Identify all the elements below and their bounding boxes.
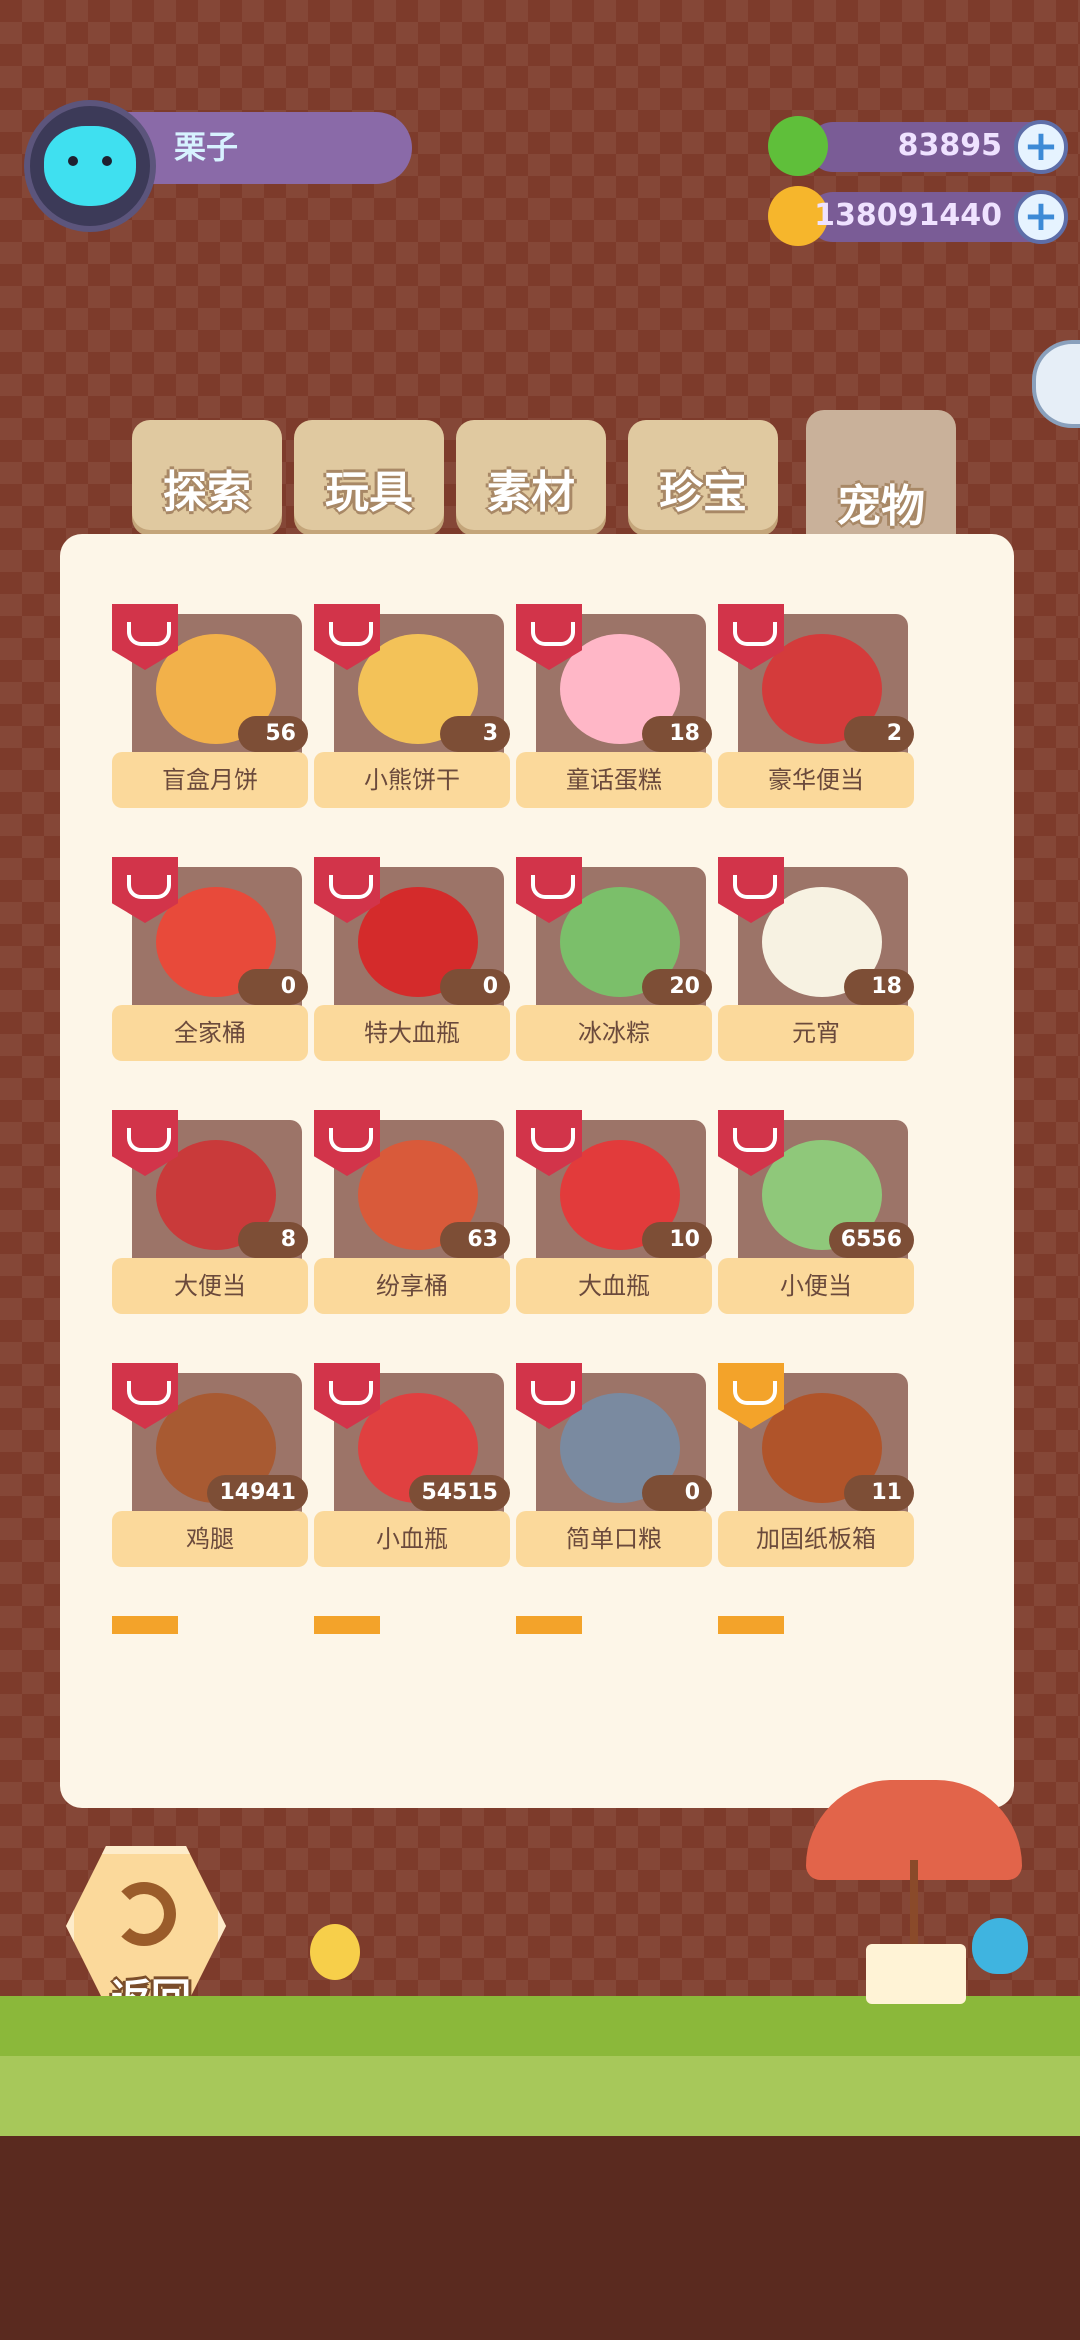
- inventory-item-partial[interactable]: [112, 1616, 312, 1634]
- item-label: 元宵: [718, 1005, 914, 1061]
- item-label: 简单口粮: [516, 1511, 712, 1567]
- item-count: 0: [642, 1475, 712, 1511]
- item-count: 6556: [828, 1222, 914, 1258]
- green-gem-icon: [768, 116, 828, 176]
- gem-count: 83895: [897, 128, 1002, 163]
- player-name: 栗子: [174, 128, 239, 166]
- inventory-item[interactable]: 0 全家桶: [112, 857, 312, 1067]
- item-grid[interactable]: 56 盲盒月饼 3 小熊饼干 18 童话蛋糕 2 豪华便当 0 全家桶 0 特大血瓶 20 冰冰粽 18 元宵…: [60, 534, 1014, 1634]
- back-button[interactable]: 返回: [66, 1846, 226, 2022]
- chick-icon: [310, 1924, 360, 1980]
- item-label: 大便当: [112, 1258, 308, 1314]
- soil-ground: [0, 2136, 1080, 2340]
- inventory-item[interactable]: 0 特大血瓶: [314, 857, 514, 1067]
- eye-icon: [68, 156, 78, 166]
- tab-label: 探索: [163, 467, 251, 518]
- item-label: 鸡腿: [112, 1511, 308, 1567]
- inventory-item[interactable]: 20 冰冰粽: [516, 857, 716, 1067]
- item-count: 18: [642, 716, 712, 752]
- inventory-item[interactable]: 0 简单口粮: [516, 1363, 716, 1573]
- grass-strip-light: [0, 2056, 1080, 2136]
- tab-label: 宠物: [837, 481, 925, 532]
- item-label: 童话蛋糕: [516, 752, 712, 808]
- inventory-item-partial[interactable]: [718, 1616, 918, 1634]
- tool-tag-icon: [314, 1616, 380, 1634]
- item-count: 63: [440, 1222, 510, 1258]
- tab-explore[interactable]: 探索: [132, 420, 282, 530]
- item-label: 纷享桶: [314, 1258, 510, 1314]
- inventory-item-partial[interactable]: [314, 1616, 514, 1634]
- cat-face-icon: [44, 126, 136, 206]
- inventory-item[interactable]: 11 加固纸板箱: [718, 1363, 918, 1573]
- sleeping-blob-icon: [972, 1918, 1028, 1974]
- item-count: 8: [238, 1222, 308, 1258]
- inventory-item[interactable]: 18 元宵: [718, 857, 918, 1067]
- inventory-item[interactable]: 3 小熊饼干: [314, 604, 514, 814]
- name-bar: [114, 112, 412, 184]
- inventory-item[interactable]: 63 纷享桶: [314, 1110, 514, 1320]
- coin-count: 138091440: [814, 198, 1002, 233]
- inventory-item[interactable]: 56 盲盒月饼: [112, 604, 312, 814]
- item-label: 大血瓶: [516, 1258, 712, 1314]
- item-count: 3: [440, 716, 510, 752]
- currency-gem: 83895 +: [768, 116, 1068, 176]
- inventory-item[interactable]: 10 大血瓶: [516, 1110, 716, 1320]
- item-count: 14941: [207, 1475, 308, 1511]
- grass-strip: [0, 1996, 1080, 2056]
- eye-icon: [102, 156, 112, 166]
- inventory-panel: 56 盲盒月饼 3 小熊饼干 18 童话蛋糕 2 豪华便当 0 全家桶 0 特大血瓶 20 冰冰粽 18 元宵…: [60, 534, 1014, 1808]
- item-count: 20: [642, 969, 712, 1005]
- tab-materials[interactable]: 素材: [456, 420, 606, 530]
- item-label: 小便当: [718, 1258, 914, 1314]
- tool-tag-icon: [718, 1616, 784, 1634]
- return-arrow-icon: [112, 1882, 176, 1946]
- inventory-item[interactable]: 14941 鸡腿: [112, 1363, 312, 1573]
- item-count: 11: [844, 1475, 914, 1511]
- item-label: 全家桶: [112, 1005, 308, 1061]
- item-label: 加固纸板箱: [718, 1511, 914, 1567]
- inventory-item[interactable]: 2 豪华便当: [718, 604, 918, 814]
- item-count: 18: [844, 969, 914, 1005]
- avatar[interactable]: [24, 100, 156, 232]
- item-label: 豪华便当: [718, 752, 914, 808]
- tool-tag-icon: [112, 1616, 178, 1634]
- inventory-item[interactable]: 54515 小血瓶: [314, 1363, 514, 1573]
- item-count: 2: [844, 716, 914, 752]
- item-label: 特大血瓶: [314, 1005, 510, 1061]
- add-gem-button[interactable]: +: [1014, 120, 1068, 174]
- inventory-item[interactable]: 8 大便当: [112, 1110, 312, 1320]
- add-coin-button[interactable]: +: [1014, 190, 1068, 244]
- item-count: 0: [238, 969, 308, 1005]
- tab-toys[interactable]: 玩具: [294, 420, 444, 530]
- item-label: 小熊饼干: [314, 752, 510, 808]
- tab-label: 素材: [487, 467, 575, 518]
- inventory-item-partial[interactable]: [516, 1616, 716, 1634]
- tab-label: 玩具: [325, 467, 413, 518]
- tab-label: 珍宝: [659, 467, 747, 518]
- currency-coin: 138091440 +: [768, 186, 1068, 246]
- item-label: 盲盒月饼: [112, 752, 308, 808]
- item-count: 54515: [409, 1475, 510, 1511]
- tool-tag-icon: [516, 1616, 582, 1634]
- item-count: 10: [642, 1222, 712, 1258]
- player-profile[interactable]: 栗子: [24, 100, 412, 232]
- inventory-item[interactable]: 6556 小便当: [718, 1110, 918, 1320]
- item-count: 56: [238, 716, 308, 752]
- tab-treasures[interactable]: 珍宝: [628, 420, 778, 530]
- item-label: 小血瓶: [314, 1511, 510, 1567]
- inventory-item[interactable]: 18 童话蛋糕: [516, 604, 716, 814]
- table-icon: [866, 1944, 966, 2004]
- item-label: 冰冰粽: [516, 1005, 712, 1061]
- item-count: 0: [440, 969, 510, 1005]
